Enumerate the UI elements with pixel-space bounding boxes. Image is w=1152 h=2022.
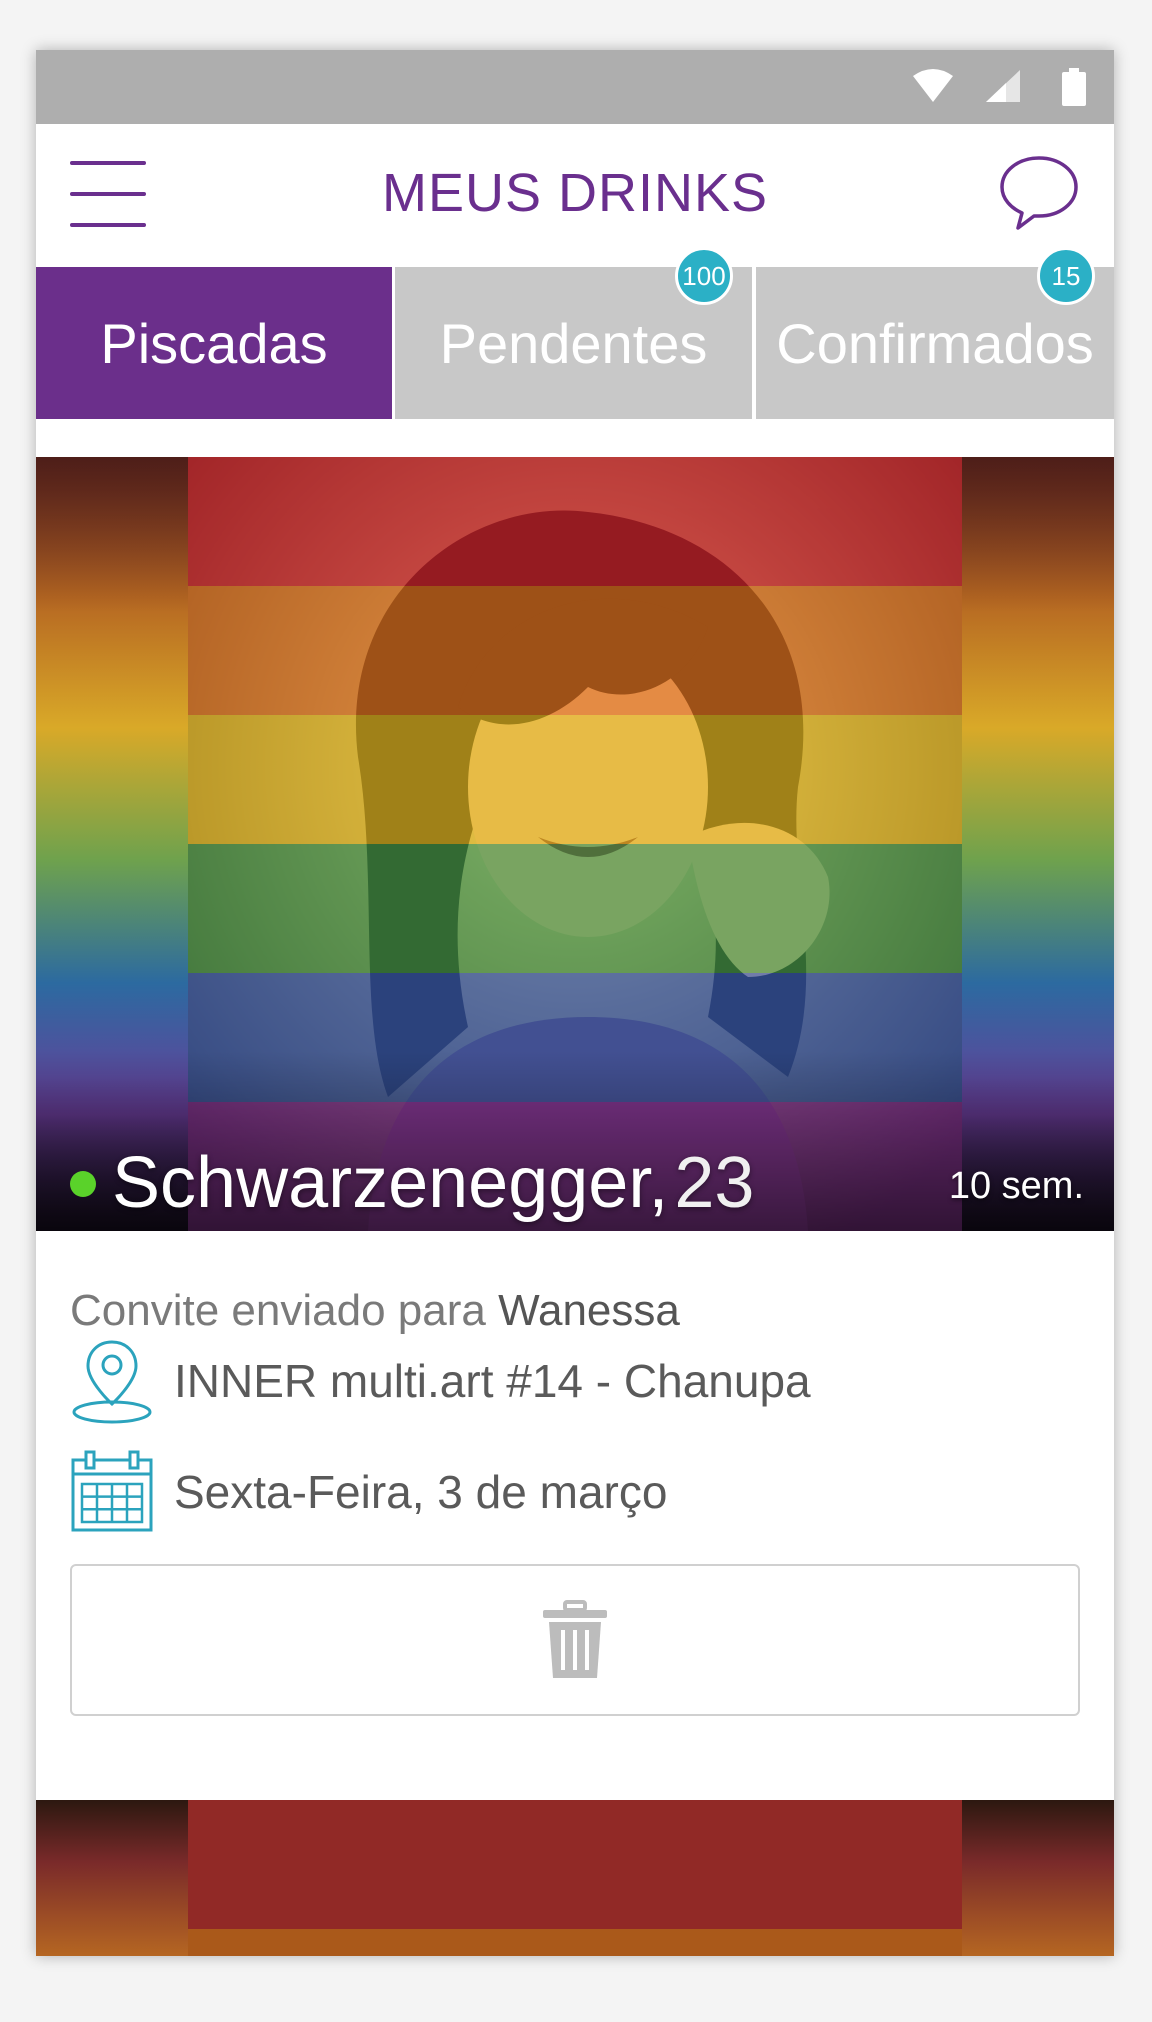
- chat-bubble-icon[interactable]: [998, 152, 1080, 234]
- app-header: MEUS DRINKS: [36, 124, 1114, 267]
- profile-name-text: Schwarzenegger,: [112, 1143, 669, 1223]
- wifi-icon: [913, 69, 953, 102]
- tab-label: Pendentes: [439, 311, 708, 375]
- invite-recipient: Wanessa: [498, 1286, 680, 1335]
- profile-name: Schwarzenegger,23: [112, 1142, 754, 1224]
- tab-confirmados[interactable]: Confirmados 15: [756, 247, 1114, 419]
- tab-bar: Piscadas Pendentes 100 Confirmados 15: [36, 247, 1114, 419]
- online-status-dot: [70, 1171, 96, 1197]
- time-ago-label: 10 sem.: [948, 1165, 1084, 1207]
- invite-prefix: Convite enviado para: [70, 1286, 486, 1335]
- status-bar: [36, 50, 1114, 124]
- map-pin-icon: [72, 1340, 152, 1424]
- next-profile-photo[interactable]: [36, 1800, 1114, 1956]
- page-title: MEUS DRINKS: [381, 163, 769, 223]
- profile-photo[interactable]: [36, 457, 1114, 1231]
- tab-label: Piscadas: [100, 311, 328, 375]
- app-screen: MEUS DRINKS Piscadas Pendentes 100 Confi…: [36, 50, 1114, 1956]
- delete-button[interactable]: [70, 1564, 1080, 1716]
- profile-age: 23: [674, 1143, 755, 1223]
- date-text: Sexta-Feira, 3 de março: [174, 1466, 668, 1518]
- signal-icon: [986, 70, 1020, 102]
- invite-line: Convite enviado para Wanessa: [70, 1286, 680, 1336]
- trash-icon: [543, 1600, 607, 1678]
- tab-piscadas[interactable]: Piscadas: [36, 267, 392, 419]
- battery-icon: [1062, 68, 1086, 106]
- calendar-icon: [71, 1450, 153, 1532]
- pending-count-badge: 100: [675, 247, 733, 305]
- next-profile-photo-image: [188, 1800, 962, 1956]
- location-row: INNER multi.art #14 - Chanupa: [70, 1336, 811, 1426]
- location-text: INNER multi.art #14 - Chanupa: [174, 1355, 811, 1407]
- confirmed-count-badge: 15: [1037, 247, 1095, 305]
- tab-pendentes[interactable]: Pendentes 100: [395, 247, 752, 419]
- tab-label: Confirmados: [776, 311, 1094, 375]
- date-row: Sexta-Feira, 3 de março: [70, 1450, 667, 1534]
